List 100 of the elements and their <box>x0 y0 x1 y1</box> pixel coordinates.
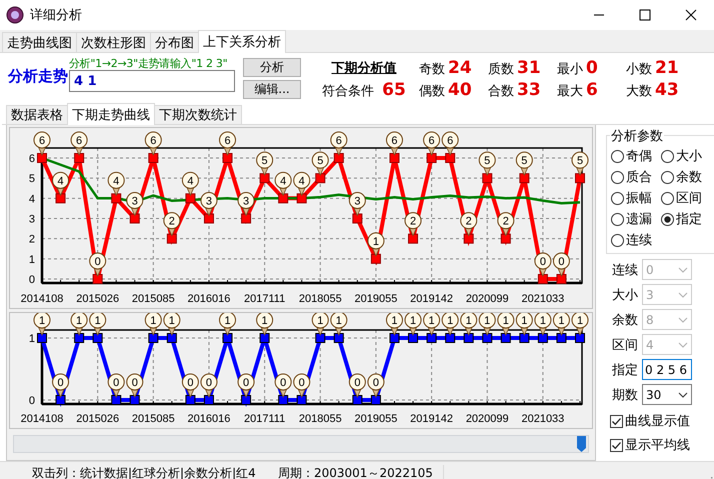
value-label: 4 <box>293 172 310 196</box>
data-label: 1 <box>447 315 454 327</box>
push-button[interactable]: 编辑... <box>243 80 301 99</box>
data-label: 4 <box>113 175 120 188</box>
axis-label: 2015026 <box>76 413 120 425</box>
push-button[interactable]: 分析 <box>243 58 301 77</box>
axis-label: 2020099 <box>466 413 509 425</box>
checkbox[interactable]: 显示平均线 <box>610 436 714 454</box>
data-label: 2 <box>466 216 472 228</box>
radio-button[interactable]: 遗漏 <box>611 210 661 228</box>
tab[interactable]: 上下关系分析 <box>198 30 286 53</box>
value-label: 3 <box>126 192 144 216</box>
value-label: 2 <box>163 212 180 237</box>
stat-label: 偶数 <box>419 83 445 100</box>
value-label: 3 <box>238 192 255 216</box>
value-label: 6 <box>386 132 403 156</box>
data-label: 4 <box>57 175 64 188</box>
tab[interactable]: 走势曲线图 <box>2 32 77 52</box>
checkbox[interactable]: 曲线显示值 <box>610 412 714 430</box>
tab[interactable]: 下期走势曲线 <box>67 103 155 125</box>
data-label: 1 <box>76 315 82 327</box>
data-label: 4 <box>280 175 286 188</box>
radio-button[interactable]: 区间 <box>661 189 711 207</box>
section-title: 下期分析值 <box>332 60 396 77</box>
data-label: 3 <box>354 196 360 208</box>
stat-label: 小数 <box>626 61 652 78</box>
tab[interactable]: 下期次数统计 <box>154 105 242 124</box>
radio-button[interactable]: 质合 <box>611 168 661 186</box>
analysis-title: 分析走势 <box>8 67 68 86</box>
value-label: 1 <box>256 313 274 336</box>
data-label: 0 <box>206 377 212 389</box>
value-label: 6 <box>144 132 162 156</box>
data-label: 1 <box>521 315 528 327</box>
data-label: 6 <box>391 135 398 147</box>
value-label: 1 <box>497 313 514 336</box>
value-label: 5 <box>478 152 496 176</box>
radio-button[interactable]: 指定 <box>661 210 711 228</box>
value-label: 1 <box>404 313 422 336</box>
stat-label: 大数 <box>626 83 652 100</box>
radio-button[interactable]: 振幅 <box>611 189 661 207</box>
stat-value: 33 <box>517 80 541 100</box>
data-label: 1 <box>576 315 584 327</box>
window-title: 详细分析 <box>30 7 83 24</box>
value-label: 0 <box>274 374 292 398</box>
value-label: 0 <box>200 374 218 398</box>
axis-label: 2019055 <box>354 413 398 425</box>
data-label: 1 <box>540 315 546 327</box>
axis-label: 2018055 <box>298 293 342 305</box>
axis-label: 2016016 <box>188 413 230 425</box>
value-label: 1 <box>534 313 552 336</box>
hint-text: 分析"1→2→3"走势请输入"1 2 3" <box>69 57 228 70</box>
value-label: 1 <box>219 313 236 336</box>
radio-button[interactable]: 余数 <box>661 168 711 186</box>
radio-button[interactable]: 连续 <box>611 231 661 249</box>
status-text: 周期：2003001～2022105 <box>278 464 444 479</box>
axis-label: 2014108 <box>20 293 64 305</box>
tab[interactable]: 次数柱形图 <box>76 32 151 52</box>
data-label: 5 <box>262 155 268 168</box>
data-label: 6 <box>447 135 454 147</box>
axis-label: 2017111 <box>244 413 286 425</box>
value-label: 1 <box>163 313 180 336</box>
data-label: 0 <box>113 377 120 389</box>
tab[interactable]: 分布图 <box>150 32 199 52</box>
input-field[interactable]: 4 1 <box>69 70 235 92</box>
axis-label: 2015085 <box>132 293 175 305</box>
value-label: 0 <box>367 374 384 398</box>
value-label: 4 <box>108 172 125 196</box>
dropdown[interactable]: 30 <box>642 384 692 405</box>
value-label: 0 <box>89 252 106 277</box>
axis-label: 2014108 <box>20 413 64 425</box>
stat-label: 合数 <box>488 83 514 100</box>
value-label: 1 <box>312 313 329 336</box>
value-label: 0 <box>182 374 199 398</box>
data-label: 5 <box>576 155 584 168</box>
value-label: 1 <box>423 313 440 336</box>
data-label: 1 <box>372 236 379 248</box>
stat-label: 最大 <box>557 83 583 100</box>
stat-value: 0 <box>586 58 598 78</box>
data-label: 6 <box>38 135 46 147</box>
radio-button[interactable]: 大小 <box>661 147 711 165</box>
data-label: 0 <box>187 377 194 389</box>
field-label: 指定 <box>612 362 638 378</box>
data-label: 6 <box>336 135 342 147</box>
value-label: 1 <box>89 313 106 336</box>
data-label: 0 <box>558 256 565 268</box>
data-label: 0 <box>540 256 546 268</box>
data-label: 1 <box>94 315 101 327</box>
axis-label: 2019142 <box>410 293 453 305</box>
value-label: 5 <box>256 152 274 176</box>
data-label: 5 <box>317 155 324 168</box>
radio-button[interactable]: 奇偶 <box>611 147 661 165</box>
value-label: 6 <box>219 132 236 156</box>
stat-value: 31 <box>517 58 541 78</box>
field-label: 大小 <box>612 286 638 304</box>
value-label: 0 <box>293 374 310 398</box>
data-label: 6 <box>150 135 156 147</box>
data-label: 1 <box>150 315 156 327</box>
tab[interactable]: 数据表格 <box>6 105 68 124</box>
input-field[interactable]: 0 2 5 6 <box>642 359 692 380</box>
stat-value: 65 <box>382 80 406 100</box>
